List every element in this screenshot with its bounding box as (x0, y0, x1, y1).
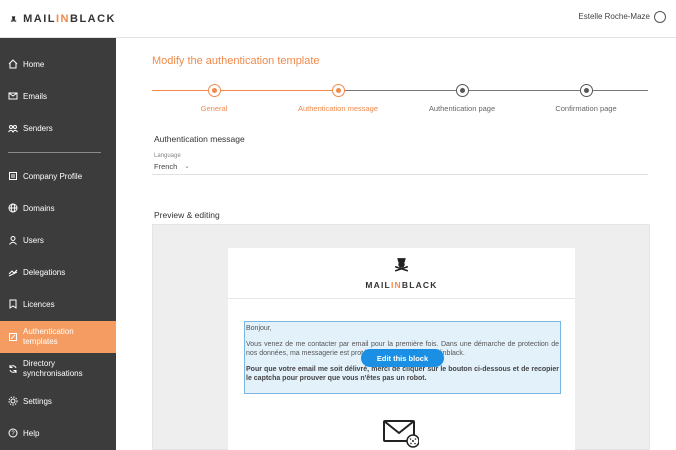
sidebar-item-label: Senders (23, 123, 53, 133)
template-icon (8, 332, 18, 342)
sidebar-item-label: Home (23, 59, 45, 69)
step-2-marker[interactable] (332, 84, 345, 97)
preview-area: MAILINBLACK Bonjour, Vous venez de me co… (152, 224, 650, 450)
preview-heading: Preview & editing (154, 210, 220, 220)
email-greeting: Bonjour, (246, 325, 272, 332)
email-brand-part1: MAIL (365, 280, 391, 290)
gear-icon (8, 396, 18, 406)
sidebar-item-label: Directory (23, 359, 56, 368)
language-label: Language (154, 153, 181, 159)
sidebar-item-label: Authentication (23, 327, 74, 336)
language-select[interactable]: French (154, 162, 177, 171)
avatar-icon[interactable] (654, 11, 666, 23)
brand-text-part2: BLACK (70, 13, 116, 25)
sidebar-item-domains[interactable]: Domains (0, 199, 116, 217)
edit-block-button[interactable]: Edit this block (361, 349, 444, 367)
sidebar-item-authentication-templates[interactable]: Authentication templates (0, 321, 116, 353)
email-brand-part2: BLACK (401, 280, 438, 290)
delegation-icon (8, 267, 18, 277)
step-1-label: General (200, 104, 228, 113)
sidebar-item-label: synchronisations (23, 369, 83, 378)
brand-text-accent: IN (56, 13, 70, 25)
sidebar-item-company-profile[interactable]: Company Profile (0, 167, 116, 185)
email-paragraph-2: Pour que votre email me soit délivré, me… (246, 366, 559, 382)
sidebar-item-home[interactable]: Home (0, 55, 116, 73)
email-brand-accent: IN (390, 280, 402, 290)
sidebar: Home Emails Senders Company Profile Doma… (0, 38, 116, 450)
mail-icon (8, 91, 18, 101)
email-logo-block[interactable]: MAILINBLACK (228, 248, 575, 299)
step-connector (462, 90, 648, 91)
sidebar-item-licences[interactable]: Licences (0, 295, 116, 313)
brand-text-part1: MAIL (23, 13, 56, 25)
language-underline (152, 174, 648, 175)
auth-message-heading: Authentication message (154, 134, 245, 144)
step-4-marker[interactable] (580, 84, 593, 97)
envelope-icon[interactable] (383, 418, 419, 448)
sidebar-item-emails[interactable]: Emails (0, 87, 116, 105)
step-connector (214, 90, 338, 91)
sidebar-item-label: Emails (23, 91, 48, 101)
globe-icon (8, 203, 18, 213)
sidebar-divider (8, 152, 101, 153)
user-name[interactable]: Estelle Roche-Maze (578, 12, 650, 21)
sidebar-item-label: Users (23, 235, 44, 245)
user-icon (8, 235, 18, 245)
step-connector (152, 90, 214, 91)
step-1-marker[interactable] (208, 84, 221, 97)
step-connector (338, 90, 462, 91)
brand-logo[interactable]: MAILINBLACK (0, 0, 116, 38)
home-icon (8, 59, 18, 69)
logo-icon (10, 16, 17, 22)
sidebar-item-label: Help (23, 428, 40, 438)
sidebar-item-senders[interactable]: Senders (0, 119, 116, 137)
step-4-label: Confirmation page (555, 104, 617, 113)
chevron-down-icon[interactable]: ⌄ (184, 162, 190, 170)
logo-icon (394, 258, 409, 272)
main-content: Modify the authentication template Gener… (116, 38, 676, 450)
sidebar-item-label: Company Profile (23, 171, 83, 181)
sidebar-item-delegations[interactable]: Delegations (0, 263, 116, 281)
help-icon: ? (8, 428, 18, 438)
step-2-label: Authentication message (297, 104, 379, 113)
top-bar: MAILINBLACK Estelle Roche-Maze (0, 0, 676, 38)
sidebar-item-label: Settings (23, 396, 52, 406)
sidebar-item-settings[interactable]: Settings (0, 392, 116, 410)
step-3-label: Authentication page (428, 104, 496, 113)
licence-icon (8, 299, 18, 309)
sidebar-item-label: Licences (23, 299, 55, 309)
sync-icon (8, 364, 18, 374)
stepper: General Authentication message Authentic… (152, 82, 648, 122)
page-title: Modify the authentication template (152, 55, 320, 67)
sidebar-item-label: templates (23, 337, 58, 346)
sidebar-item-label: Domains (23, 203, 55, 213)
sidebar-item-help[interactable]: ? Help (0, 424, 116, 442)
step-3-marker[interactable] (456, 84, 469, 97)
email-preview-card: MAILINBLACK Bonjour, Vous venez de me co… (228, 248, 575, 450)
sidebar-item-label: Delegations (23, 267, 66, 277)
company-icon (8, 171, 18, 181)
sidebar-item-directory-synchronisations[interactable]: Directory synchronisations (0, 355, 116, 383)
senders-icon (8, 123, 18, 133)
sidebar-item-users[interactable]: Users (0, 231, 116, 249)
